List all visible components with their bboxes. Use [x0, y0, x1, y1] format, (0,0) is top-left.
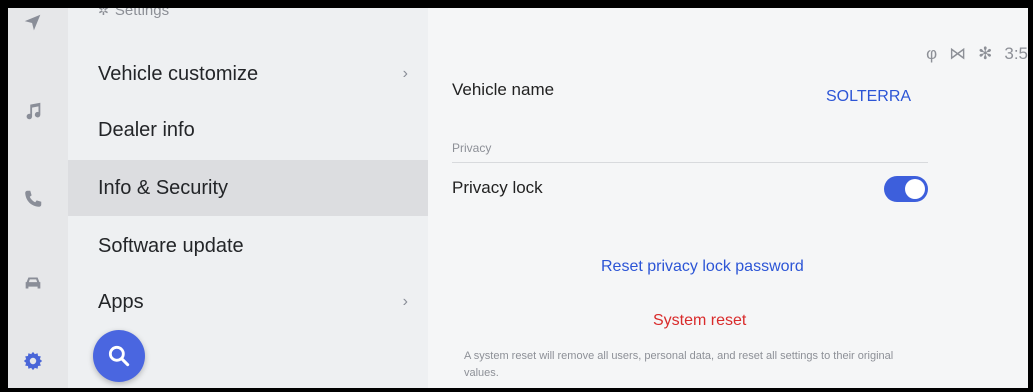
- menu-item-info-security[interactable]: Info & Security: [68, 160, 428, 216]
- menu-item-label: Apps: [98, 290, 144, 313]
- menu-item-label: Vehicle customize: [98, 62, 259, 85]
- car-icon[interactable]: [20, 270, 46, 296]
- system-reset-button[interactable]: System reset: [653, 312, 746, 330]
- no-signal-icon: ⋈: [949, 44, 967, 63]
- gear-icon: ✲: [98, 8, 109, 18]
- menu-item-label: Software update: [98, 234, 244, 257]
- menu-header: ✲ Settings: [98, 8, 169, 19]
- menu-item-label: Info & Security: [98, 176, 229, 199]
- menu-item-apps[interactable]: Apps ›: [68, 274, 428, 330]
- chevron-right-icon: ›: [402, 65, 408, 82]
- search-button[interactable]: [93, 330, 145, 382]
- menu-item-software-update[interactable]: Software update: [68, 218, 428, 274]
- status-bar: φ ⋈ ✻ 3:5: [926, 44, 1028, 64]
- detail-panel: φ ⋈ ✻ 3:5 Vehicle name SOLTERRA Privacy …: [428, 8, 1028, 388]
- menu-item-label: Dealer info: [98, 118, 195, 141]
- clock: 3:5: [1004, 44, 1028, 63]
- phone-icon[interactable]: [20, 186, 46, 212]
- menu-item-vehicle-customize[interactable]: Vehicle customize ›: [68, 46, 428, 102]
- privacy-section-header: Privacy: [452, 141, 492, 155]
- screen-frame: ✲ Settings Vehicle customize › Dealer in…: [8, 8, 1028, 388]
- toggle-knob: [905, 179, 925, 199]
- side-rail: [8, 8, 68, 388]
- gear-icon[interactable]: [20, 348, 46, 374]
- music-note-icon[interactable]: [20, 98, 46, 124]
- vehicle-name-label: Vehicle name: [452, 80, 555, 99]
- menu-item-dealer-info[interactable]: Dealer info: [68, 102, 428, 158]
- navigation-arrow-icon[interactable]: [20, 10, 46, 36]
- reset-privacy-lock-password-button[interactable]: Reset privacy lock password: [601, 258, 804, 276]
- microphone-icon: φ: [926, 44, 938, 63]
- search-icon: [108, 345, 130, 367]
- chevron-right-icon: ›: [402, 293, 408, 310]
- vehicle-name-value[interactable]: SOLTERRA: [826, 88, 911, 106]
- page-title: Settings: [114, 8, 170, 19]
- system-reset-note: A system reset will remove all users, pe…: [464, 350, 894, 379]
- privacy-lock-label: Privacy lock: [452, 178, 543, 197]
- privacy-lock-toggle[interactable]: [884, 176, 928, 202]
- divider: [452, 162, 928, 163]
- bluetooth-icon: ✻: [978, 44, 993, 63]
